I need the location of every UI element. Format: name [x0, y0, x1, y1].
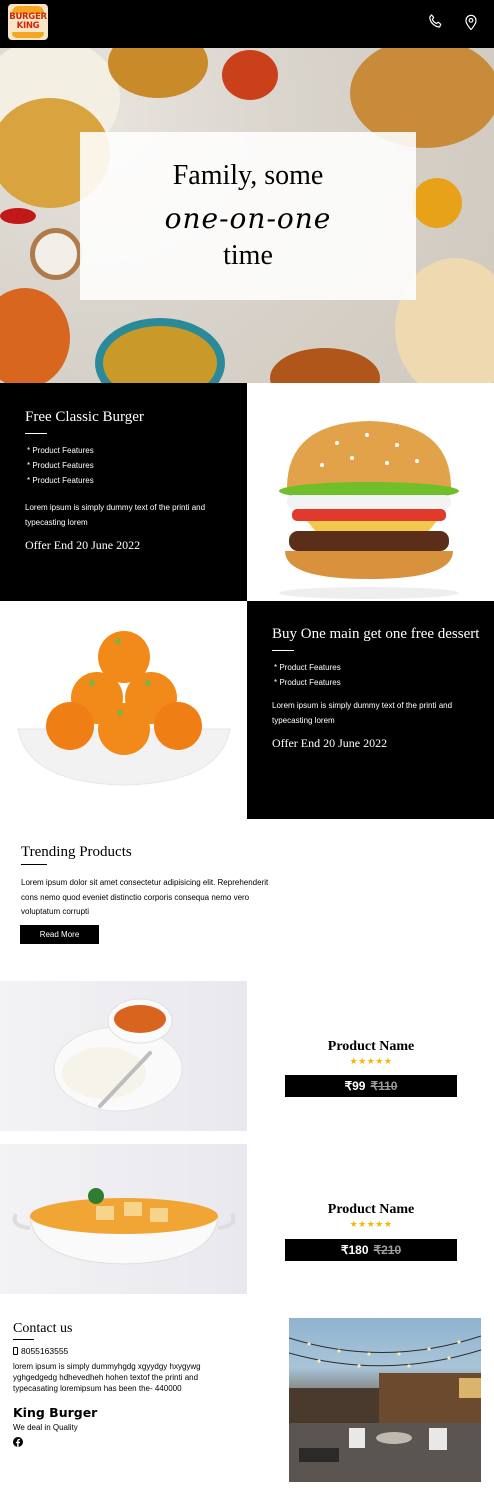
restaurant-patio-image — [289, 1318, 481, 1482]
laddu-illustration — [17, 631, 231, 786]
hero-food-turmeric — [412, 178, 462, 228]
hero-heading-line1: Family, some — [172, 160, 324, 191]
phone-icon[interactable] — [426, 12, 446, 32]
offer-title-underline — [25, 433, 47, 434]
offer-feature: * Product Features — [27, 476, 94, 485]
hero-text-card: Family, some one-on-one time — [80, 132, 416, 300]
offer-end-date: Offer End 20 June 2022 — [25, 538, 141, 552]
hero-food-bowl-peas — [108, 48, 208, 98]
hero-food-chili — [0, 208, 36, 224]
offer-card-burger: Free Classic Burger * Product Features *… — [0, 383, 247, 601]
contact-title: Contact us — [13, 1321, 73, 1336]
mobile-icon — [13, 1347, 18, 1355]
current-price: ₹99 — [344, 1079, 366, 1093]
offer-description: Lorem ipsum is simply dummy text of the … — [25, 503, 206, 527]
offer-title: Buy One main get one free dessert — [272, 626, 480, 642]
product-image[interactable] — [0, 1144, 247, 1294]
laddu-image — [0, 601, 247, 819]
product-image[interactable] — [0, 981, 247, 1131]
logo-bun-bottom — [12, 32, 44, 38]
star-rating-icon: ★★★★★ — [349, 1219, 393, 1229]
offer-title: Free Classic Burger — [25, 409, 144, 425]
contact-phone-number: 8055163555 — [21, 1346, 69, 1356]
logo-line2: KING — [16, 21, 40, 31]
hero-banner: Family, some one-on-one time — [0, 48, 494, 383]
offer-title-underline — [272, 650, 294, 651]
hero-food-spice — [222, 50, 278, 100]
current-price: ₹180 — [340, 1243, 369, 1257]
location-pin-icon[interactable] — [461, 12, 481, 32]
hero-food-curry-bottom — [270, 348, 380, 383]
footer-brand-name: King Burger — [13, 1405, 98, 1420]
offer-card-dessert: Buy One main get one free dessert * Prod… — [247, 601, 494, 819]
contact-address: lorem ipsum is simply dummyhgdg xgyydgy … — [13, 1362, 201, 1393]
hero-heading-line3: time — [223, 240, 273, 271]
old-price: ₹210 — [373, 1243, 402, 1257]
hero-food-curry-left — [0, 288, 70, 383]
facebook-icon[interactable] — [13, 1437, 23, 1447]
price-tag[interactable]: ₹180 ₹210 — [285, 1239, 457, 1261]
logo-text: BURGER KING — [8, 13, 48, 31]
product-name[interactable]: Product Name — [285, 1202, 457, 1218]
offer-feature: * Product Features — [27, 461, 94, 470]
contact-phone[interactable]: 8055163555 — [13, 1346, 68, 1356]
site-header: BURGER KING — [0, 0, 494, 48]
footer-tagline: We deal in Quality — [13, 1423, 78, 1432]
trending-title-underline — [21, 864, 47, 865]
hero-heading-line2: one-on-one — [164, 202, 332, 235]
hero-food-dal — [95, 318, 225, 383]
burger-image — [247, 383, 494, 601]
product-name[interactable]: Product Name — [285, 1039, 457, 1055]
contact-title-underline — [13, 1339, 34, 1340]
offer-feature: * Product Features — [274, 663, 341, 672]
patio-illustration — [289, 1335, 481, 1482]
old-price: ₹110 — [370, 1079, 398, 1093]
hero-food-salt — [30, 228, 82, 280]
price-tag[interactable]: ₹99 ₹110 — [285, 1075, 457, 1097]
read-more-button[interactable]: Read More — [20, 925, 99, 944]
trending-description: Lorem ipsum dolor sit amet consectetur a… — [21, 878, 269, 916]
offer-description: Lorem ipsum is simply dummy text of the … — [272, 701, 453, 725]
paneer-curry-illustration — [12, 1188, 236, 1265]
offer-feature: * Product Features — [27, 446, 94, 455]
burger-illustration — [279, 421, 459, 599]
rice-curry-illustration — [53, 998, 183, 1112]
star-rating-icon: ★★★★★ — [349, 1056, 393, 1066]
offer-end-date: Offer End 20 June 2022 — [272, 736, 388, 750]
offer-feature: * Product Features — [274, 678, 341, 687]
burger-king-logo[interactable]: BURGER KING — [8, 4, 48, 40]
trending-title: Trending Products — [21, 844, 132, 860]
